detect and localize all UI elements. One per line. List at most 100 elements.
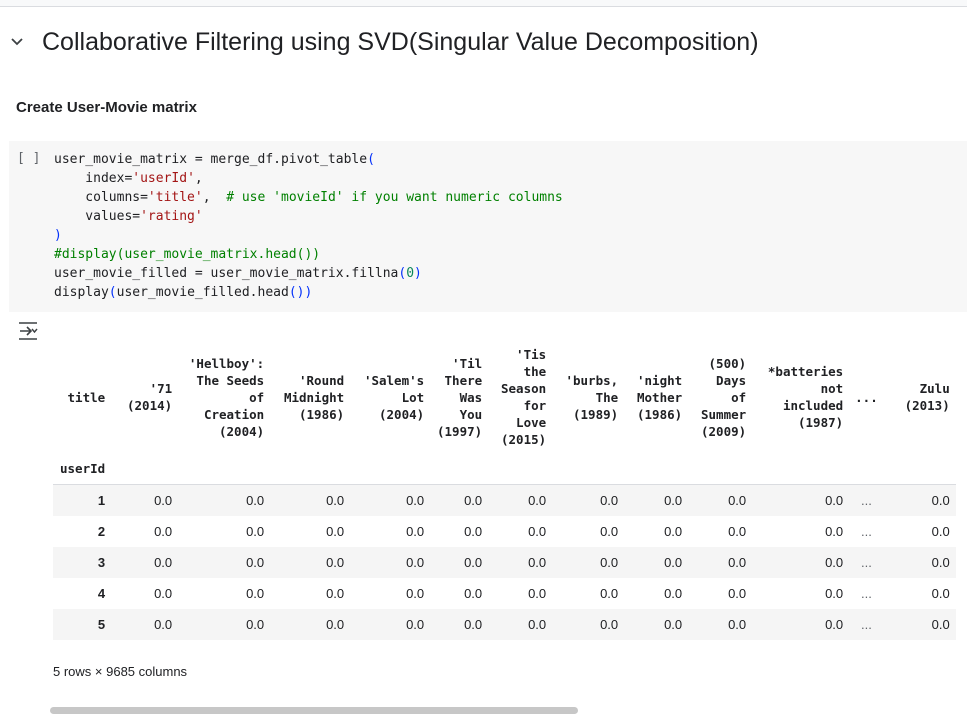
table-cell: 0.0 (154, 492, 173, 508)
column-header: Zulu (2013) (904, 381, 950, 413)
table-row: 2 0.0 0.0 0.0 0.0 0.0 0.0 0.0 0.0 0.0 0.0... 0.0 (53, 516, 956, 547)
table-cell: 0.0 (246, 616, 265, 632)
table-cell: 0.0 (464, 585, 483, 601)
output-actions-icon[interactable] (17, 320, 39, 342)
table-cell: 0.0 (600, 585, 619, 601)
ellipsis-cell: ... (861, 616, 872, 632)
table-cell: 0.0 (154, 616, 173, 632)
table-cell: 0.0 (664, 523, 683, 539)
code-line: index='userId', (54, 171, 203, 186)
dataframe-table: title '71 (2014) 'Hellboy': The Seeds of… (53, 342, 956, 640)
index-header-row: userId (53, 452, 956, 485)
table-cell: 0.0 (825, 523, 844, 539)
table-cell: 0.0 (600, 492, 619, 508)
table-cell: 0.0 (931, 616, 950, 632)
dataframe-shape-caption: 5 rows × 9685 columns (53, 664, 188, 679)
table-cell: 0.0 (664, 554, 683, 570)
column-header: 'Hellboy': The Seeds of Creation (2004) (188, 355, 265, 439)
columns-label: title (67, 389, 106, 405)
table-cell: 0.0 (464, 616, 483, 632)
code-line: #display(user_movie_matrix.head()) (54, 247, 321, 262)
code-line: columns='title', # use 'movieId' if you … (54, 190, 563, 205)
code-line: user_movie_filled = user_movie_matrix.fi… (54, 266, 422, 281)
column-header: 'Til There Was You (1997) (437, 355, 483, 439)
table-cell: 0.0 (326, 616, 345, 632)
table-cell: 0.0 (528, 554, 547, 570)
table-cell: 0.0 (931, 554, 950, 570)
cell-separator (0, 0, 967, 7)
column-header: 'Round Midnight (1986) (283, 372, 345, 422)
table-cell: 0.0 (600, 523, 619, 539)
column-header: (500) Days of Summer (2009) (701, 355, 747, 439)
row-index: 2 (97, 523, 106, 539)
table-row: 5 0.0 0.0 0.0 0.0 0.0 0.0 0.0 0.0 0.0 0.0... 0.0 (53, 608, 956, 640)
table-cell: 0.0 (464, 523, 483, 539)
index-label: userId (60, 460, 106, 476)
code-line: values='rating' (54, 209, 203, 224)
horizontal-scrollbar[interactable] (50, 707, 578, 714)
table-cell: 0.0 (664, 616, 683, 632)
section-header[interactable]: Collaborative Filtering using SVD(Singul… (0, 22, 967, 62)
table-cell: 0.0 (246, 492, 265, 508)
table-cell: 0.0 (728, 523, 747, 539)
table-cell: 0.0 (406, 616, 425, 632)
row-index: 1 (97, 492, 106, 508)
code-line: display(user_movie_filled.head()) (54, 285, 313, 300)
table-cell: 0.0 (825, 492, 844, 508)
table-cell: 0.0 (246, 554, 265, 570)
table-cell: 0.0 (326, 492, 345, 508)
table-cell: 0.0 (406, 523, 425, 539)
row-index: 5 (97, 616, 106, 632)
column-header: *batteries not included (1987) (767, 364, 844, 430)
table-cell: 0.0 (931, 523, 950, 539)
chevron-down-icon[interactable] (8, 33, 26, 51)
table-row: 1 0.0 0.0 0.0 0.0 0.0 0.0 0.0 0.0 0.0 0.0... 0.0 (53, 484, 956, 516)
column-header: 'burbs, The (1989) (565, 372, 619, 422)
table-cell: 0.0 (825, 554, 844, 570)
code-cell[interactable]: [ ] user_movie_matrix = merge_df.pivot_t… (9, 141, 967, 312)
table-cell: 0.0 (528, 492, 547, 508)
table-cell: 0.0 (528, 523, 547, 539)
table-cell: 0.0 (464, 554, 483, 570)
code-editor[interactable]: user_movie_matrix = merge_df.pivot_table… (54, 150, 563, 302)
column-header: 'Salem's Lot (2004) (363, 372, 425, 422)
table-cell: 0.0 (464, 492, 483, 508)
dataframe-output: title '71 (2014) 'Hellboy': The Seeds of… (53, 342, 967, 640)
ellipsis-cell: ... (861, 523, 872, 539)
ellipsis-cell: ... (861, 492, 872, 508)
table-cell: 0.0 (600, 616, 619, 632)
table-cell: 0.0 (825, 585, 844, 601)
ellipsis-cell: ... (861, 585, 872, 601)
column-header: ... (855, 389, 878, 405)
table-cell: 0.0 (406, 554, 425, 570)
table-cell: 0.0 (728, 585, 747, 601)
ellipsis-cell: ... (861, 554, 872, 570)
table-cell: 0.0 (728, 554, 747, 570)
table-cell: 0.0 (931, 585, 950, 601)
table-cell: 0.0 (326, 523, 345, 539)
column-header: 'Tis the Season for Love (2015) (501, 347, 547, 447)
row-index: 4 (97, 585, 106, 601)
column-header: '71 (2014) (127, 381, 173, 413)
table-cell: 0.0 (528, 585, 547, 601)
table-cell: 0.0 (154, 554, 173, 570)
table-cell: 0.0 (154, 523, 173, 539)
run-cell-button[interactable]: [ ] (17, 151, 40, 166)
table-cell: 0.0 (825, 616, 844, 632)
code-line: ) (54, 228, 62, 243)
code-line: user_movie_matrix = merge_df.pivot_table… (54, 152, 375, 167)
table-cell: 0.0 (246, 523, 265, 539)
table-cell: 0.0 (664, 492, 683, 508)
table-cell: 0.0 (600, 554, 619, 570)
column-header-row: title '71 (2014) 'Hellboy': The Seeds of… (53, 342, 956, 452)
table-cell: 0.0 (326, 585, 345, 601)
table-cell: 0.0 (664, 585, 683, 601)
table-row: 4 0.0 0.0 0.0 0.0 0.0 0.0 0.0 0.0 0.0 0.0... 0.0 (53, 578, 956, 609)
table-cell: 0.0 (406, 492, 425, 508)
markdown-heading: Create User-Movie matrix (16, 99, 197, 116)
table-cell: 0.0 (406, 585, 425, 601)
section-title: Collaborative Filtering using SVD(Singul… (42, 27, 759, 56)
table-cell: 0.0 (154, 585, 173, 601)
table-cell: 0.0 (728, 492, 747, 508)
table-row: 3 0.0 0.0 0.0 0.0 0.0 0.0 0.0 0.0 0.0 0.0... 0.0 (53, 546, 956, 578)
